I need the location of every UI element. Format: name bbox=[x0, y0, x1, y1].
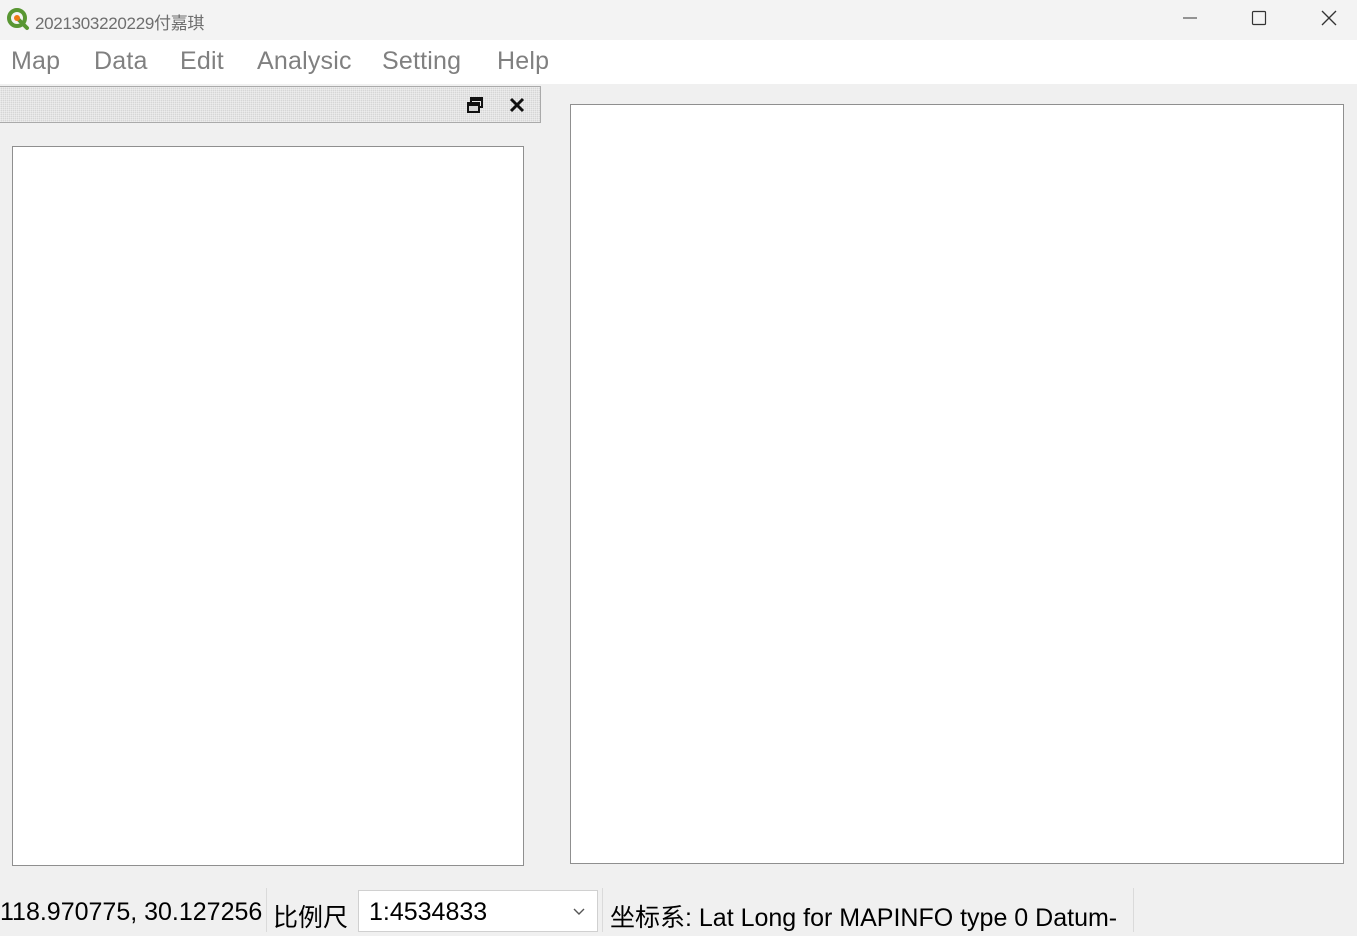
menu-edit[interactable]: Edit bbox=[180, 47, 224, 76]
layer-tree-panel[interactable] bbox=[12, 146, 524, 866]
menu-data[interactable]: Data bbox=[94, 47, 148, 76]
menu-map[interactable]: Map bbox=[11, 47, 60, 76]
menu-bar: Map Data Edit Analysic Setting Help bbox=[0, 40, 1357, 84]
status-separator bbox=[602, 888, 603, 932]
chevron-down-icon bbox=[573, 908, 585, 915]
scale-combobox[interactable]: 1:4534833 bbox=[358, 890, 598, 932]
title-bar: 2021303220229付嘉琪 bbox=[0, 0, 1357, 40]
maximize-button[interactable] bbox=[1224, 0, 1294, 36]
coordinate-readout: 118.970775, 30.127256 bbox=[0, 898, 263, 926]
minimize-icon bbox=[1183, 17, 1197, 19]
crs-label[interactable]: 坐标系: Lat Long for MAPINFO type 0 Datum- bbox=[610, 898, 1117, 934]
float-restore-icon bbox=[467, 97, 483, 113]
dock-close-button[interactable] bbox=[507, 95, 527, 115]
maximize-icon bbox=[1251, 10, 1267, 26]
close-icon bbox=[1321, 10, 1337, 26]
scale-value: 1:4534833 bbox=[369, 898, 488, 926]
dock-float-button[interactable] bbox=[465, 95, 485, 115]
map-canvas[interactable] bbox=[570, 104, 1344, 864]
status-separator bbox=[266, 888, 267, 932]
window-title: 2021303220229付嘉琪 bbox=[35, 14, 205, 33]
status-bar: 118.970775, 30.127256 比例尺 1:4534833 坐标系:… bbox=[0, 886, 1357, 936]
close-button[interactable] bbox=[1294, 0, 1357, 36]
status-separator bbox=[1133, 888, 1134, 932]
qgis-logo-icon bbox=[7, 8, 29, 30]
minimize-button[interactable] bbox=[1155, 0, 1225, 36]
menu-setting[interactable]: Setting bbox=[382, 47, 461, 76]
scale-label: 比例尺 bbox=[273, 904, 349, 932]
menu-help[interactable]: Help bbox=[497, 47, 549, 76]
close-x-icon bbox=[509, 97, 525, 113]
menu-analysic[interactable]: Analysic bbox=[257, 47, 352, 76]
layers-dock-titlebar[interactable] bbox=[0, 86, 541, 123]
